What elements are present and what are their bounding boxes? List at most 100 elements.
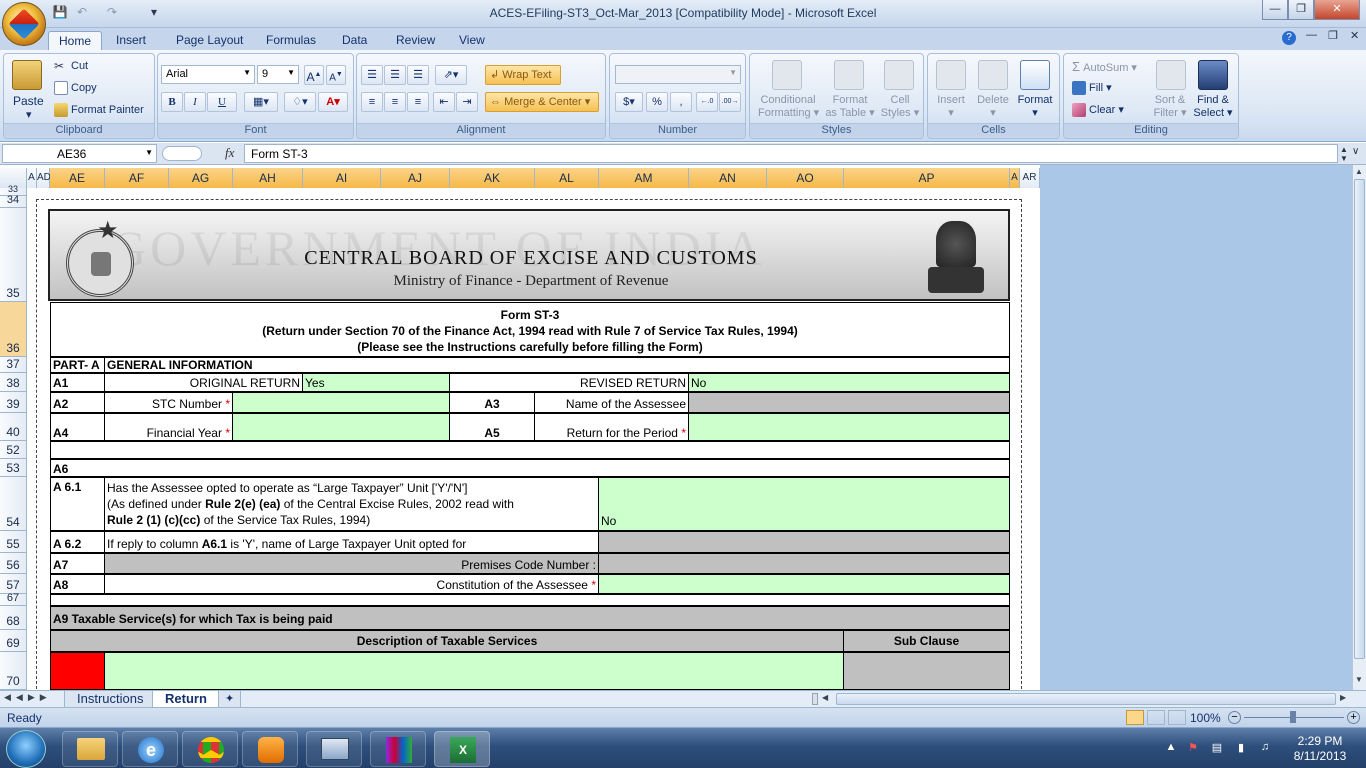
constitution-input[interactable] <box>598 574 1010 594</box>
row-header[interactable]: 70 <box>0 652 27 690</box>
column-header[interactable]: AF <box>105 168 169 188</box>
sheet-tab-return[interactable]: Return <box>152 691 220 708</box>
column-header[interactable]: AI <box>303 168 381 188</box>
network-icon[interactable]: ▮ <box>1234 741 1248 755</box>
sort-filter-button[interactable]: Sort & Filter ▾ <box>1150 94 1190 119</box>
align-center-icon[interactable]: ≡ <box>384 92 406 112</box>
tab-formulas[interactable]: Formulas <box>256 31 326 50</box>
tab-split-handle[interactable] <box>812 693 818 705</box>
page-break-view-icon[interactable] <box>1168 710 1186 725</box>
start-button[interactable] <box>6 730 46 768</box>
insert-cells-button[interactable]: Insert ▾ <box>935 94 967 119</box>
excel-taskbar-icon[interactable]: X <box>434 731 490 767</box>
align-right-icon[interactable]: ≡ <box>407 92 429 112</box>
row-header[interactable]: 39 <box>0 392 27 413</box>
column-header[interactable]: AG <box>169 168 233 188</box>
cell-styles-button[interactable]: Cell Styles ▾ <box>878 94 922 119</box>
clear-button[interactable]: Clear ▾ <box>1072 103 1124 118</box>
sheet-nav-arrows[interactable]: ◀◀▶▶ <box>4 692 52 703</box>
workbook-restore-icon[interactable]: ❐ <box>1328 29 1338 42</box>
stc-number-input[interactable] <box>232 392 450 413</box>
copy-button[interactable]: Copy <box>54 81 97 95</box>
column-header[interactable]: AP <box>844 168 1010 188</box>
row-header[interactable]: 35 <box>0 208 27 302</box>
financial-year-input[interactable] <box>232 413 450 441</box>
column-header[interactable]: AM <box>599 168 689 188</box>
zoom-slider-thumb[interactable] <box>1290 711 1296 723</box>
fill-button[interactable]: Fill ▾ <box>1072 81 1112 96</box>
middle-align-icon[interactable]: ☰ <box>384 65 406 85</box>
row-header[interactable]: 53 <box>0 459 27 477</box>
row-header[interactable]: 40 <box>0 413 27 441</box>
bottom-align-icon[interactable]: ☰ <box>407 65 429 85</box>
original-return-value[interactable]: Yes <box>302 373 450 392</box>
vertical-scrollbar[interactable]: ▲ ▼ <box>1352 165 1366 690</box>
taxable-service-input[interactable] <box>104 652 844 690</box>
column-header[interactable]: AK <box>450 168 535 188</box>
insert-sheet-icon[interactable]: ✦ <box>218 691 242 708</box>
orientation-icon[interactable]: ⇗▾ <box>435 65 467 85</box>
tab-insert[interactable]: Insert <box>106 31 156 50</box>
fx-icon[interactable]: fx <box>225 145 234 161</box>
increase-decimal-button[interactable]: ←.0 <box>696 92 718 112</box>
decrease-indent-icon[interactable]: ⇤ <box>433 92 455 112</box>
close-button[interactable]: ✕ <box>1314 0 1360 20</box>
workbook-close-icon[interactable]: ✕ <box>1350 29 1359 42</box>
scroll-down-icon[interactable]: ▼ <box>1355 675 1363 684</box>
large-taxpayer-value[interactable]: No <box>598 477 1010 531</box>
column-header[interactable]: AH <box>233 168 303 188</box>
device-icon[interactable]: ▤ <box>1210 741 1224 755</box>
column-header[interactable]: AJ <box>381 168 450 188</box>
increase-indent-icon[interactable]: ⇥ <box>456 92 478 112</box>
row-header[interactable]: 57 <box>0 574 27 594</box>
percent-button[interactable]: % <box>646 92 668 112</box>
remote-desktop-taskbar-icon[interactable] <box>306 731 362 767</box>
office-button[interactable] <box>2 2 46 46</box>
fill-color-button[interactable]: ♢▾ <box>284 92 316 112</box>
italic-button[interactable]: I <box>184 92 206 112</box>
tab-page-layout[interactable]: Page Layout <box>166 31 253 50</box>
row-header[interactable]: 55 <box>0 531 27 553</box>
scroll-right-icon[interactable]: ▶ <box>1340 693 1346 702</box>
zoom-out-icon[interactable]: − <box>1228 711 1241 724</box>
normal-view-icon[interactable] <box>1126 710 1144 725</box>
merge-center-button[interactable]: ⇔ Merge & Center ▾ <box>485 92 599 112</box>
format-painter-button[interactable]: Format Painter <box>54 103 144 117</box>
font-name-select[interactable]: Arial ▼ <box>161 65 255 84</box>
name-box[interactable]: AE36 ▼ <box>2 144 157 163</box>
workbook-minimize-icon[interactable]: — <box>1306 29 1317 41</box>
scroll-left-icon[interactable]: ◀ <box>822 693 828 702</box>
chrome-taskbar-icon[interactable] <box>182 731 238 767</box>
page-layout-view-icon[interactable] <box>1147 710 1165 725</box>
column-header[interactable]: A <box>27 168 37 188</box>
decrease-decimal-button[interactable]: .00→ <box>719 92 741 112</box>
comma-button[interactable]: , <box>670 92 692 112</box>
row-header[interactable]: 36 <box>0 302 27 357</box>
wrap-text-button[interactable]: ↲ Wrap Text <box>485 65 561 85</box>
formula-expand-handle[interactable] <box>162 146 202 161</box>
worksheet[interactable]: GOVERNMENT OF INDIA ★ CENTRAL BOARD OF E… <box>27 188 1040 690</box>
underline-button[interactable]: U <box>207 92 237 112</box>
font-size-select[interactable]: 9 ▼ <box>257 65 299 84</box>
number-format-select[interactable]: ▼ <box>615 65 741 84</box>
font-color-button[interactable]: A▾ <box>318 92 348 112</box>
delete-cells-button[interactable]: Delete ▾ <box>975 94 1011 119</box>
revised-return-value[interactable]: No <box>688 373 1010 392</box>
tab-data[interactable]: Data <box>332 31 377 50</box>
conditional-formatting-button[interactable]: Conditional Formatting ▾ <box>758 94 819 119</box>
column-header[interactable]: AR <box>1020 168 1040 188</box>
restore-button[interactable]: ❐ <box>1288 0 1314 20</box>
row-header[interactable]: 52 <box>0 441 27 459</box>
zoom-level[interactable]: 100% <box>1190 711 1221 725</box>
shrink-font-button[interactable]: A▼ <box>326 65 346 85</box>
explorer-taskbar-icon[interactable] <box>62 731 118 767</box>
help-icon[interactable]: ? <box>1282 31 1296 45</box>
align-left-icon[interactable]: ≡ <box>361 92 383 112</box>
sheet-tab-instructions[interactable]: Instructions <box>64 691 157 708</box>
row-header[interactable]: 69 <box>0 630 27 652</box>
cut-button[interactable]: ✂ Cut <box>54 59 88 73</box>
horizontal-scroll-thumb[interactable] <box>836 693 1336 705</box>
return-period-input[interactable] <box>688 413 1010 441</box>
grow-font-button[interactable]: A▲ <box>304 65 324 85</box>
expand-formula-bar-icon[interactable]: ∨ <box>1352 146 1359 157</box>
